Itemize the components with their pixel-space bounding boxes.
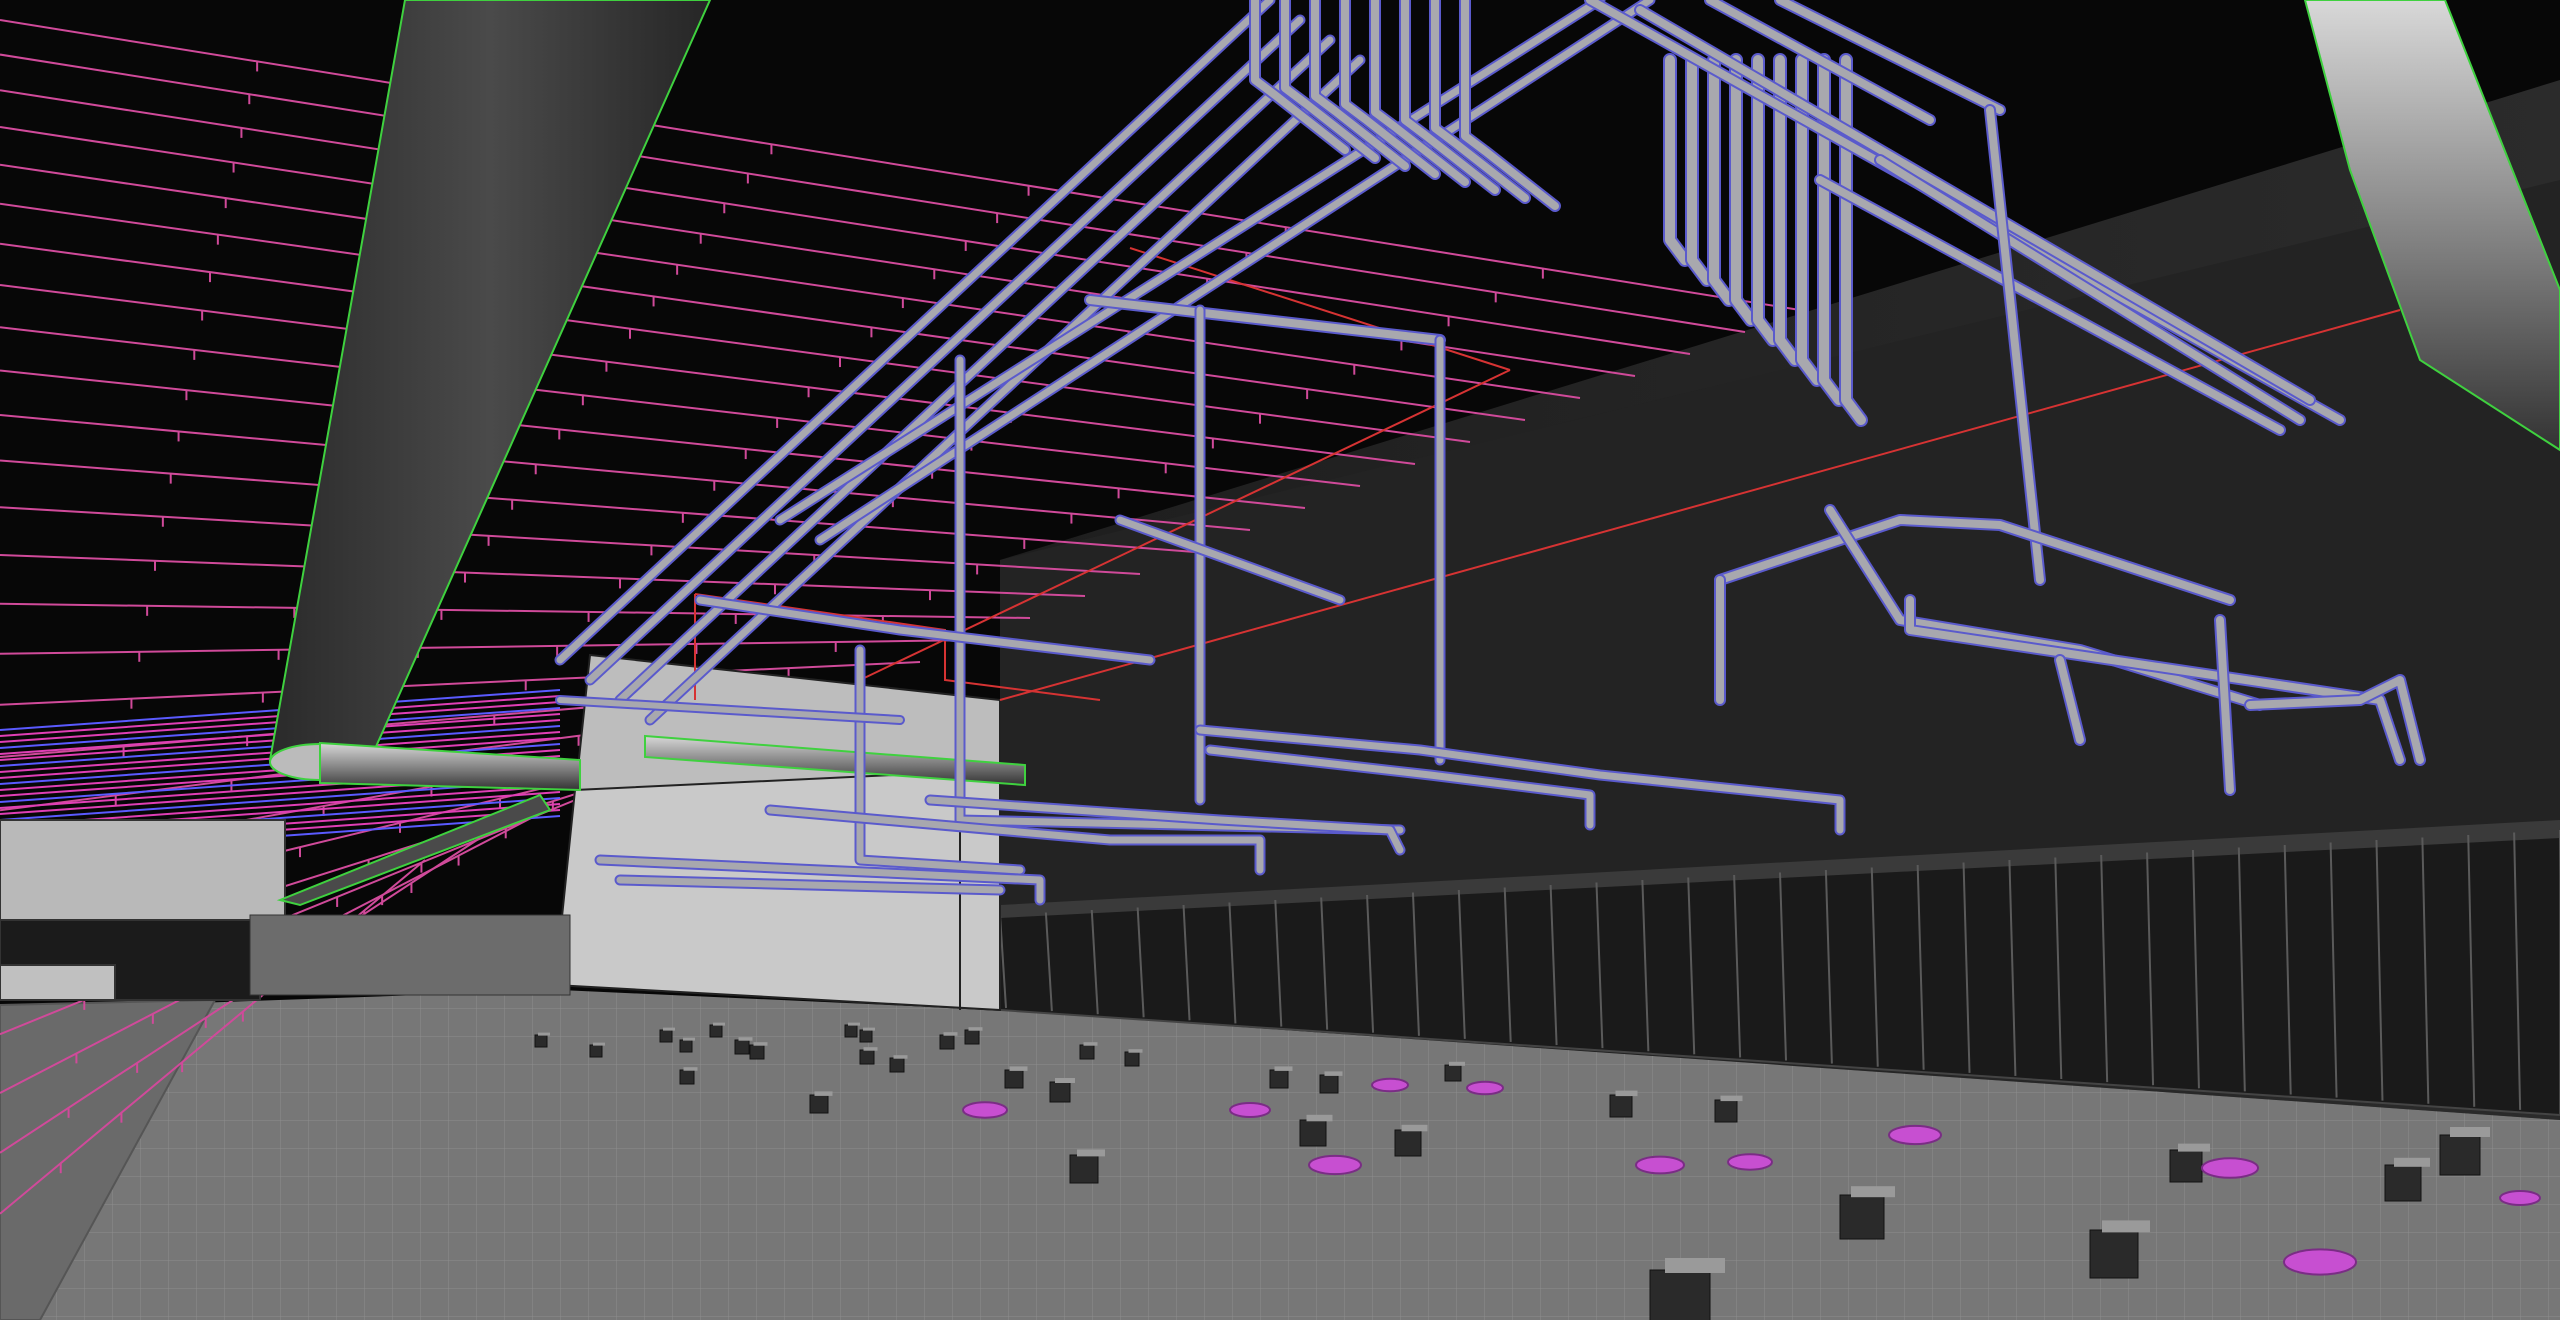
pedestal-block	[2439, 1134, 2481, 1176]
pedestal-top	[1083, 1042, 1098, 1046]
pedestal-top	[538, 1032, 550, 1036]
pedestal-top	[713, 1022, 725, 1026]
pedestal-top	[1851, 1186, 1895, 1198]
pedestal-block	[589, 1044, 603, 1058]
pedestal-top	[753, 1042, 768, 1046]
floor-drain-marker	[1888, 1124, 1942, 1146]
pedestal-top	[2178, 1143, 2210, 1152]
pedestal-top	[1665, 1258, 1725, 1273]
pedestal-block	[1444, 1064, 1462, 1082]
pedestal-block	[1319, 1074, 1339, 1094]
pedestal-block	[2169, 1149, 2203, 1183]
pedestal-block	[1124, 1051, 1140, 1067]
pedestal-block	[844, 1024, 858, 1038]
pedestal-top	[2450, 1127, 2490, 1137]
pedestal-block	[659, 1029, 673, 1043]
pedestal-top	[893, 1055, 908, 1059]
pedestal-top	[2394, 1157, 2430, 1167]
pedestal-top	[2102, 1220, 2150, 1233]
pedestal-top	[863, 1027, 875, 1031]
pedestal-block	[2089, 1229, 2139, 1279]
pedestal-block	[749, 1044, 765, 1060]
pedestal-block	[1079, 1044, 1095, 1060]
pedestal-block	[1299, 1119, 1327, 1147]
pedestal-block	[1649, 1269, 1711, 1320]
pedestal-top	[683, 1067, 698, 1071]
floor-drain-marker	[962, 1101, 1008, 1119]
pedestal-top	[1306, 1114, 1333, 1122]
pedestal-top	[683, 1037, 695, 1041]
pedestal-block	[964, 1029, 980, 1045]
pedestal-block	[859, 1029, 873, 1043]
pedestal-top	[1009, 1066, 1028, 1071]
pedestal-block	[859, 1049, 875, 1065]
pedestal-block	[1609, 1094, 1633, 1118]
pedestal-block	[679, 1069, 695, 1085]
pedestal-top	[593, 1042, 605, 1046]
pedestal-block	[1839, 1194, 1885, 1240]
pedestal-top	[1615, 1090, 1638, 1097]
pedestal-top	[738, 1037, 753, 1041]
pedestal-block	[534, 1034, 548, 1048]
floor-drain-marker	[1635, 1155, 1685, 1175]
pedestal-block	[1069, 1154, 1099, 1184]
pedestal-top	[863, 1047, 878, 1051]
pedestal-top	[1324, 1071, 1343, 1076]
pedestal-block	[1269, 1069, 1289, 1089]
pedestal-top	[1720, 1095, 1743, 1102]
floor-drain-marker	[2283, 1248, 2357, 1276]
pedestal-block	[939, 1034, 955, 1050]
pedestal-top	[1128, 1049, 1143, 1053]
pedestal-block	[1394, 1129, 1422, 1157]
pedestal-top	[1449, 1061, 1465, 1066]
pedestal-block	[1004, 1069, 1024, 1089]
pedestal-block	[734, 1039, 750, 1055]
pedestal-top	[968, 1027, 983, 1031]
pedestal-block	[2384, 1164, 2422, 1202]
floor-drain-marker	[2499, 1190, 2541, 1206]
pedestal-block	[1714, 1099, 1738, 1123]
pedestal-block	[809, 1094, 829, 1114]
floor-drain-marker	[1466, 1080, 1504, 1096]
floor-drain-marker	[1308, 1154, 1362, 1176]
pedestal-top	[663, 1027, 675, 1031]
pedestal-top	[943, 1032, 958, 1036]
pedestal-block	[1049, 1081, 1071, 1103]
floor-drain-marker	[1727, 1153, 1773, 1171]
pedestal-top	[1077, 1149, 1105, 1157]
bim-scene[interactable]	[0, 0, 2560, 1320]
pedestal-top	[848, 1022, 860, 1026]
pedestal-block	[679, 1039, 693, 1053]
pedestal-top	[1274, 1066, 1293, 1071]
floor-drain-marker	[2201, 1157, 2259, 1179]
3d-viewport[interactable]	[0, 0, 2560, 1320]
floor-drain-marker	[1371, 1077, 1409, 1093]
pedestal-block	[709, 1024, 723, 1038]
floor-drain-marker	[1229, 1102, 1271, 1118]
pedestal-top	[1401, 1124, 1428, 1132]
pedestal-top	[1055, 1078, 1075, 1083]
pedestal-block	[889, 1057, 905, 1073]
pedestal-top	[814, 1091, 833, 1096]
